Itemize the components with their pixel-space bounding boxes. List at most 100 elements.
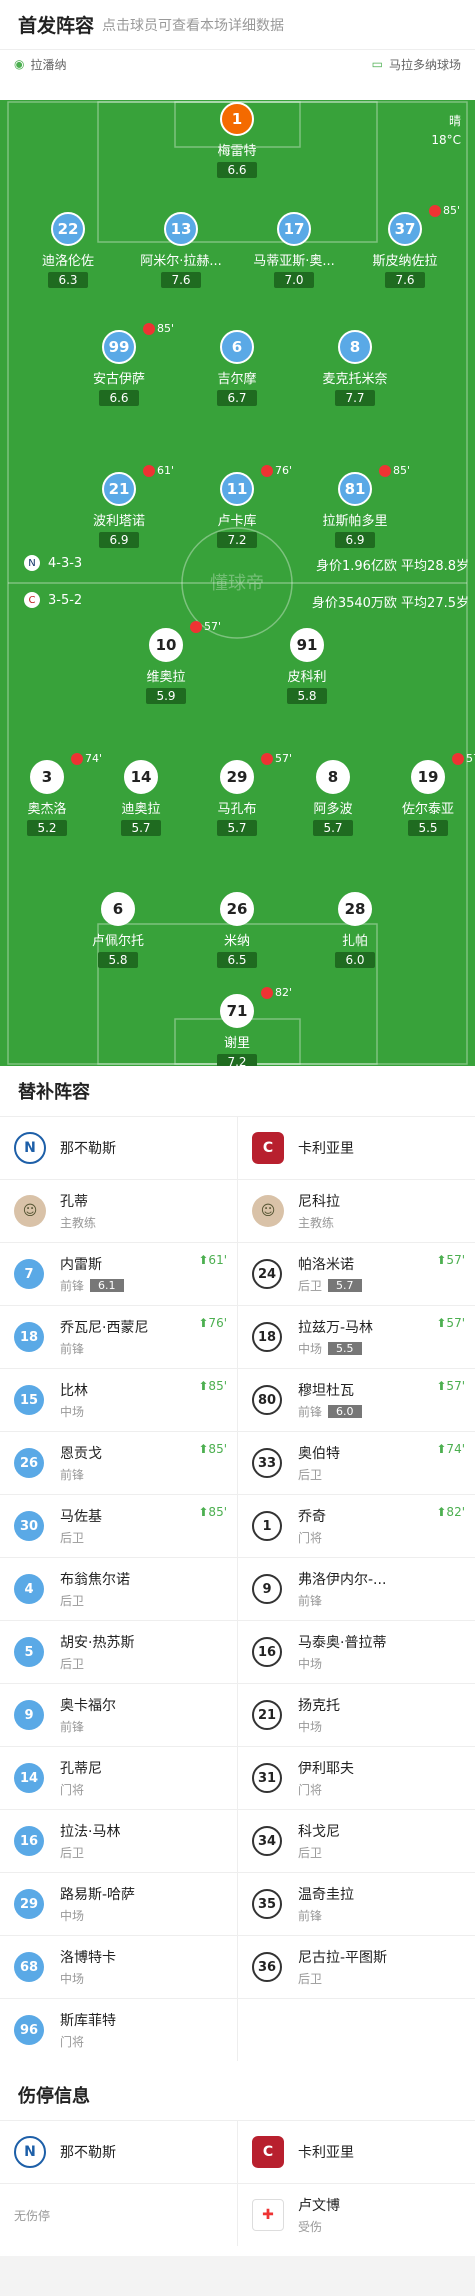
sub-player[interactable]: 35 温奇圭拉 前锋	[237, 1873, 475, 1935]
sub-off-icon: 85'	[429, 204, 460, 217]
sub-player[interactable]: 30 马佐基 后卫 ⬆85'	[0, 1495, 237, 1557]
sub-row: 14 孔蒂尼 门将 31 伊利耶夫 门将	[0, 1746, 475, 1809]
home-player[interactable]: 22 迪洛伦佐 6.3	[8, 212, 128, 288]
sub-player[interactable]: 4 布翁焦尔诺 后卫	[0, 1558, 237, 1620]
away-player[interactable]: 26 米纳 6.5	[177, 892, 297, 968]
player-number: 19	[411, 760, 445, 794]
player-rating: 6.0	[335, 952, 375, 968]
sub-player[interactable]: 5 胡安·热苏斯 后卫	[0, 1621, 237, 1683]
sub-player[interactable]: 18 乔瓦尼·西蒙尼 前锋 ⬆76'	[0, 1306, 237, 1368]
sub-position: 中场	[60, 1405, 85, 1419]
sub-player[interactable]: 24 帕洛米诺 后卫 5.7 ⬆57'	[237, 1243, 475, 1305]
away-player[interactable]: 6 卢佩尔托 5.8	[58, 892, 178, 968]
sub-number: 1	[252, 1511, 282, 1541]
sub-minute: 61'	[157, 464, 175, 477]
sub-player[interactable]: 21 扬克托 中场	[237, 1684, 475, 1746]
subs-list: N 那不勒斯 C 卡利亚里 ☺ 孔蒂 主教练 ☺ 尼科拉 主教练 7 内雷斯 前锋 6.1 ⬆61'…	[0, 1116, 475, 2061]
sub-name: 马佐基	[60, 1509, 102, 1525]
header: 首发阵容 点击球员可查看本场详细数据	[0, 0, 475, 50]
sub-name: 帕洛米诺	[298, 1257, 354, 1273]
sub-position: 中场	[60, 1909, 85, 1923]
sub-player[interactable]: 34 科戈尼 后卫	[237, 1810, 475, 1872]
home-player[interactable]: 17 马蒂亚斯·奥... 7.0	[234, 212, 354, 288]
player-rating: 5.7	[313, 820, 353, 836]
injured-player-status: 受伤	[298, 2220, 323, 2234]
injury-away-team[interactable]: C 卡利亚里	[237, 2121, 475, 2183]
sub-position: 前锋	[60, 1342, 85, 1356]
home-team[interactable]: N 那不勒斯	[0, 1117, 237, 1179]
sub-player[interactable]: 80 穆坦杜瓦 前锋 6.0 ⬆57'	[237, 1369, 475, 1431]
subs-team-row: N 那不勒斯 C 卡利亚里	[0, 1116, 475, 1179]
home-player[interactable]: 13 阿米尔·拉赫... 7.6	[121, 212, 241, 288]
away-player[interactable]: 91 皮科利 5.8	[247, 628, 367, 704]
sub-name: 洛博特卡	[60, 1950, 116, 1966]
player-number: 81	[338, 472, 372, 506]
player-name: 安古伊萨	[92, 372, 145, 387]
sub-player[interactable]: 16 马泰奥·普拉蒂 中场	[237, 1621, 475, 1683]
home-player[interactable]: 1 梅雷特 6.6	[177, 102, 297, 178]
home-player[interactable]: 6 吉尔摩 6.7	[177, 330, 297, 406]
sub-player[interactable]: 68 洛博特卡 中场	[0, 1936, 237, 1998]
away-player[interactable]: 19 佐尔泰亚 5.5 57'	[368, 752, 475, 836]
sub-name: 布翁焦尔诺	[60, 1572, 130, 1588]
sub-player[interactable]: 33 奥伯特 后卫 ⬆74'	[237, 1432, 475, 1494]
player-rating: 5.5	[408, 820, 448, 836]
sub-player[interactable]: 26 恩贡戈 前锋 ⬆85'	[0, 1432, 237, 1494]
injury-away-player[interactable]: ✚ 卢文博 受伤	[237, 2184, 475, 2246]
sub-player[interactable]: 96 斯库菲特 门将	[0, 1999, 237, 2061]
sub-name: 穆坦杜瓦	[298, 1383, 354, 1399]
home-player[interactable]: 81 拉斯帕多里 6.9 85'	[295, 464, 415, 548]
sub-position: 门将	[298, 1531, 323, 1545]
sub-in-icon: ⬆57'	[436, 1379, 465, 1393]
player-number: 26	[220, 892, 254, 926]
sub-player[interactable]: 16 拉法·马林 后卫	[0, 1810, 237, 1872]
sub-name: 伊利耶夫	[298, 1761, 354, 1777]
away-coach[interactable]: ☺ 尼科拉 主教练	[237, 1180, 475, 1242]
sub-position: 后卫	[60, 1531, 85, 1545]
sub-in-icon: ⬆85'	[198, 1442, 227, 1456]
sub-name: 孔蒂尼	[60, 1761, 102, 1777]
player-number: 8	[316, 760, 350, 794]
sub-number: 9	[252, 1574, 282, 1604]
napoli-badge-icon: N	[24, 555, 40, 571]
referee-name: 拉潘纳	[30, 57, 67, 72]
sub-player[interactable]: 14 孔蒂尼 门将	[0, 1747, 237, 1809]
sub-player[interactable]: 31 伊利耶夫 门将	[237, 1747, 475, 1809]
sub-player[interactable]: 7 内雷斯 前锋 6.1 ⬆61'	[0, 1243, 237, 1305]
sub-player[interactable]: 36 尼古拉-平图斯 后卫	[237, 1936, 475, 1998]
sub-name: 内雷斯	[60, 1257, 102, 1273]
player-number: 10	[149, 628, 183, 662]
home-coach[interactable]: ☺ 孔蒂 主教练	[0, 1180, 237, 1242]
player-name: 扎帕	[341, 934, 368, 949]
player-number: 71	[220, 994, 254, 1028]
away-player[interactable]: 28 扎帕 6.0	[295, 892, 415, 968]
sub-player[interactable]: 18 拉兹万-马林 中场 5.5 ⬆57'	[237, 1306, 475, 1368]
away-player[interactable]: 71 谢里 7.2 82'	[177, 986, 297, 1066]
player-rating: 6.9	[335, 532, 375, 548]
sub-position: 中场 5.5	[298, 1340, 373, 1357]
injury-team-row: N 那不勒斯 C 卡利亚里	[0, 2120, 475, 2183]
player-rating: 7.6	[385, 272, 425, 288]
sub-player[interactable]: 9 奥卡福尔 前锋	[0, 1684, 237, 1746]
home-player[interactable]: 21 波利塔诺 6.9 61'	[59, 464, 179, 548]
subs-section: 替补阵容	[0, 1066, 475, 1116]
sub-position: 前锋 6.0	[298, 1403, 362, 1420]
away-team[interactable]: C 卡利亚里	[237, 1117, 475, 1179]
sub-player[interactable]: 15 比林 中场 ⬆85'	[0, 1369, 237, 1431]
player-number: 91	[290, 628, 324, 662]
sub-minute: 82'	[275, 986, 293, 999]
sub-in-icon: ⬆74'	[436, 1442, 465, 1456]
away-team-name: 卡利亚里	[298, 1141, 354, 1157]
away-player[interactable]: 10 维奥拉 5.9 57'	[106, 620, 226, 704]
sub-player[interactable]: 9 弗洛伊内尔-... 前锋	[237, 1558, 475, 1620]
player-rating: 7.0	[274, 272, 314, 288]
subs-title: 替补阵容	[18, 1082, 90, 1103]
injury-home-team[interactable]: N 那不勒斯	[0, 2121, 237, 2183]
home-player[interactable]: 37 斯皮纳佐拉 7.6 85'	[345, 204, 465, 288]
home-player[interactable]: 11 卢卡库 7.2 76'	[177, 464, 297, 548]
sub-player[interactable]: 1 乔奇 门将 ⬆82'	[237, 1495, 475, 1557]
home-player[interactable]: 99 安古伊萨 6.6 85'	[59, 322, 179, 406]
home-player[interactable]: 8 麦克托米奈 7.7	[295, 330, 415, 406]
sub-name: 路易斯-哈萨	[60, 1887, 136, 1903]
sub-player[interactable]: 29 路易斯-哈萨 中场	[0, 1873, 237, 1935]
